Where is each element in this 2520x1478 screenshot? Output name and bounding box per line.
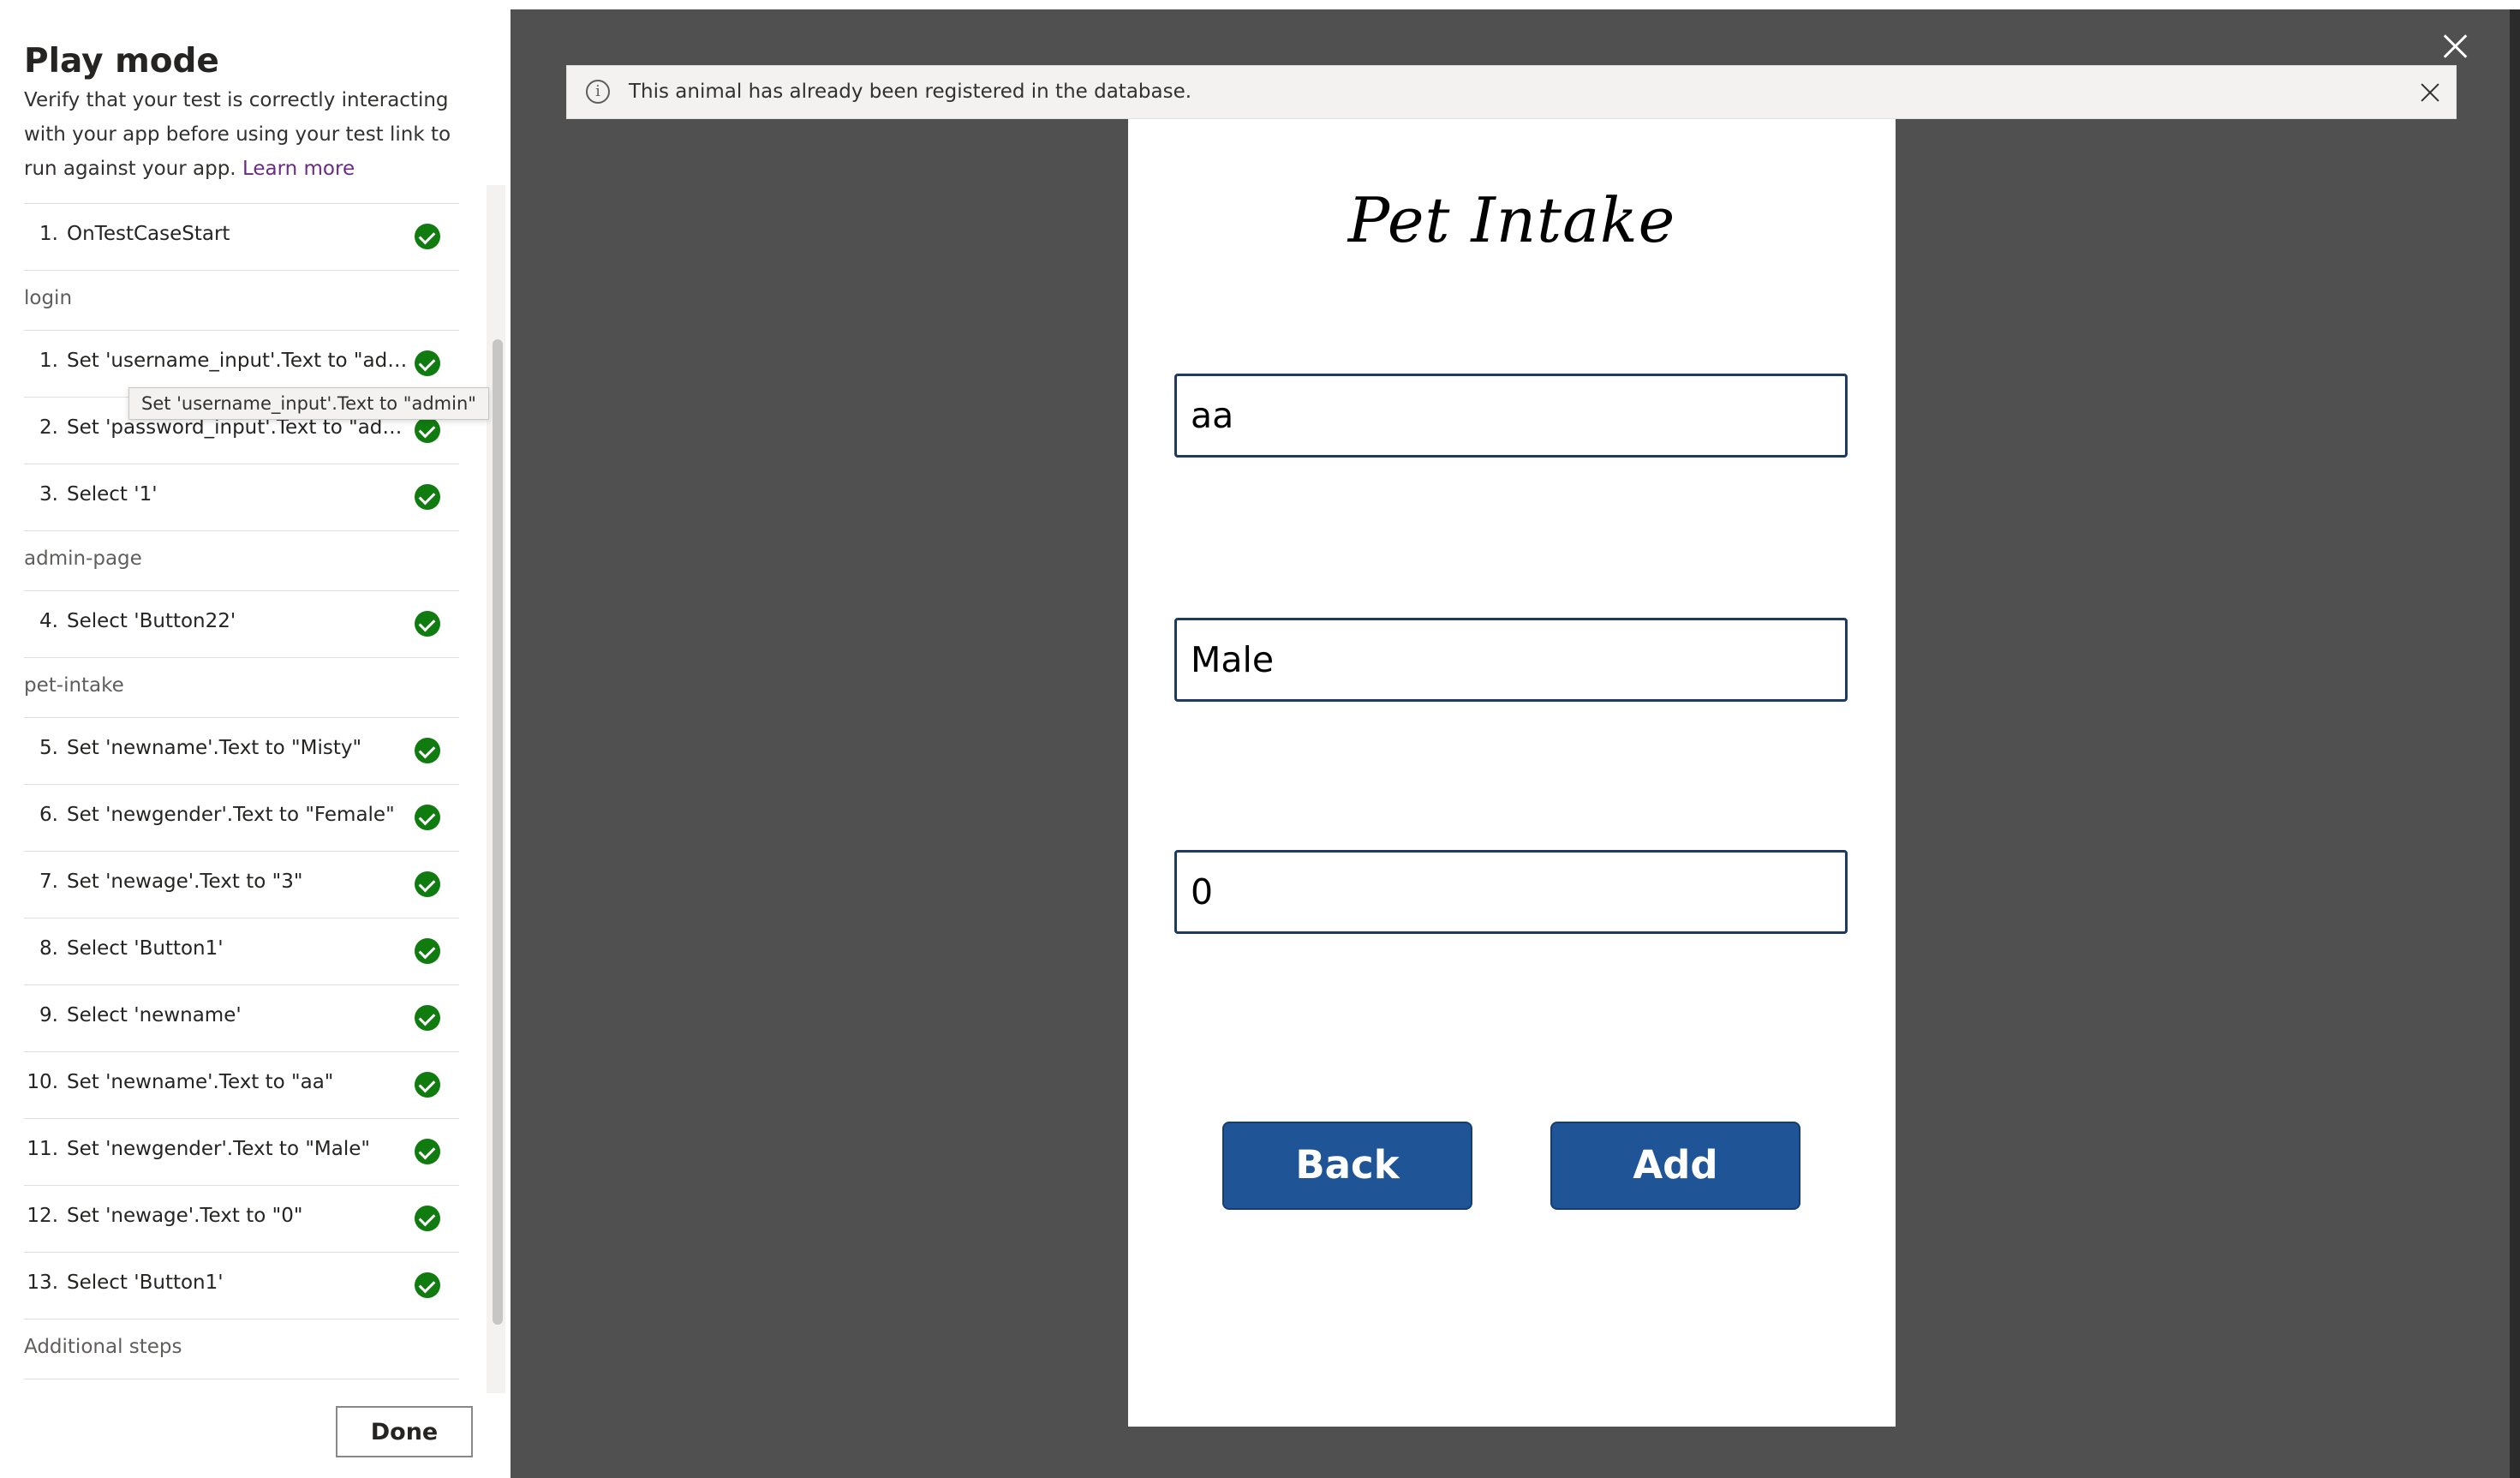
passed-check-icon — [415, 484, 440, 510]
group-divider — [24, 270, 459, 271]
steps-list: 1. OnTestCaseStart login 1. Set 'username_in… — [0, 194, 480, 1385]
step-text: Select 'Button1' — [67, 937, 224, 960]
step-row[interactable]: 5. Set 'newname'.Text to "Misty" — [24, 717, 459, 784]
gender-input[interactable]: Male — [1174, 618, 1848, 702]
step-text: Select 'newname' — [67, 1004, 242, 1026]
step-number: 2. — [39, 416, 58, 439]
step-number: 12. — [27, 1205, 58, 1227]
passed-check-icon — [415, 611, 440, 637]
step-text: Select '1' — [67, 483, 158, 506]
step-row[interactable]: 8. Select 'Button1' — [24, 918, 459, 984]
group-divider — [24, 530, 459, 531]
step-row[interactable]: 11. Set 'newgender'.Text to "Male" — [24, 1118, 459, 1185]
step-row[interactable]: 10. Set 'newname'.Text to "aa" — [24, 1051, 459, 1118]
passed-check-icon — [415, 1072, 440, 1098]
panel-description: Verify that your test is correctly inter… — [24, 83, 487, 186]
step-number: 6. — [39, 804, 58, 826]
step-number: 9. — [39, 1004, 58, 1026]
step-row[interactable]: 6. Set 'newgender'.Text to "Female" — [24, 784, 459, 851]
done-button[interactable]: Done — [336, 1406, 473, 1457]
step-text: Set 'newgender'.Text to "Female" — [67, 804, 395, 826]
passed-check-icon — [415, 805, 440, 830]
passed-check-icon — [415, 1139, 440, 1164]
passed-check-icon — [415, 938, 440, 964]
step-number: 3. — [39, 483, 58, 506]
passed-check-icon — [415, 417, 440, 443]
step-number: 4. — [39, 610, 58, 632]
step-row[interactable]: 13. Select 'Button1' — [24, 1252, 459, 1319]
steps-scrollbar-thumb[interactable] — [493, 339, 503, 1325]
app-title: Pet Intake — [1347, 184, 1676, 256]
passed-check-icon — [415, 1005, 440, 1031]
step-row[interactable]: 9. Select 'newname' — [24, 984, 459, 1051]
step-group-label: pet-intake — [24, 674, 124, 697]
name-input[interactable]: aa — [1174, 374, 1848, 458]
step-text: Set 'newgender'.Text to "Male" — [67, 1138, 370, 1160]
step-text: Set 'newage'.Text to "3" — [67, 871, 303, 893]
passed-check-icon — [415, 350, 440, 376]
step-number: 10. — [27, 1071, 58, 1093]
step-number: 8. — [39, 937, 58, 960]
panel-title: Play mode — [24, 42, 219, 81]
step-row[interactable]: 3. Select '1' — [24, 464, 459, 530]
info-icon: i — [586, 80, 610, 104]
play-mode-panel: Play mode Verify that your test is corre… — [0, 9, 511, 1478]
step-text: Set 'newname'.Text to "Misty" — [67, 737, 362, 759]
step-tooltip: Set 'username_input'.Text to "admin" — [128, 387, 489, 420]
step-row[interactable]: 1. OnTestCaseStart — [24, 203, 459, 270]
passed-check-icon — [415, 871, 440, 897]
step-row[interactable]: 4. Select 'Button22' — [24, 590, 459, 657]
step-text: Set 'newname'.Text to "aa" — [67, 1071, 334, 1093]
passed-check-icon — [415, 224, 440, 249]
step-number: 1. — [39, 350, 58, 372]
banner-message: This animal has already been registered … — [629, 81, 1192, 103]
step-text: Select 'Button1' — [67, 1272, 224, 1294]
step-row[interactable]: 12. Set 'newage'.Text to "0" — [24, 1185, 459, 1252]
step-text: Set 'newage'.Text to "0" — [67, 1205, 303, 1227]
window-edge — [2510, 9, 2520, 1478]
step-text: Set 'username_input'.Text to "adm... — [67, 350, 418, 372]
step-number: 7. — [39, 871, 58, 893]
step-number: 1. — [39, 223, 58, 245]
passed-check-icon — [415, 1206, 440, 1231]
step-text: Select 'Button22' — [67, 610, 236, 632]
banner-close-icon[interactable] — [2418, 81, 2442, 105]
age-input[interactable]: 0 — [1174, 850, 1848, 934]
learn-more-link[interactable]: Learn more — [242, 158, 355, 180]
add-button[interactable]: Add — [1550, 1122, 1800, 1210]
passed-check-icon — [415, 1272, 440, 1298]
step-number: 13. — [27, 1272, 58, 1294]
step-group-label: admin-page — [24, 548, 142, 570]
panel-description-text: Verify that your test is correctly inter… — [24, 89, 451, 180]
notification-banner: i This animal has already been registere… — [566, 65, 2457, 119]
step-row[interactable]: 7. Set 'newage'.Text to "3" — [24, 851, 459, 918]
step-number: 11. — [27, 1138, 58, 1160]
step-number: 5. — [39, 737, 58, 759]
group-divider — [24, 657, 459, 658]
step-text: OnTestCaseStart — [67, 223, 230, 245]
additional-steps-label: Additional steps — [24, 1336, 182, 1358]
pet-intake-screen: Pet Intake aa Male 0 Back Add — [1128, 119, 1896, 1427]
passed-check-icon — [415, 738, 440, 763]
close-icon[interactable] — [2438, 29, 2472, 63]
step-group-label: login — [24, 287, 73, 309]
back-button[interactable]: Back — [1222, 1122, 1472, 1210]
